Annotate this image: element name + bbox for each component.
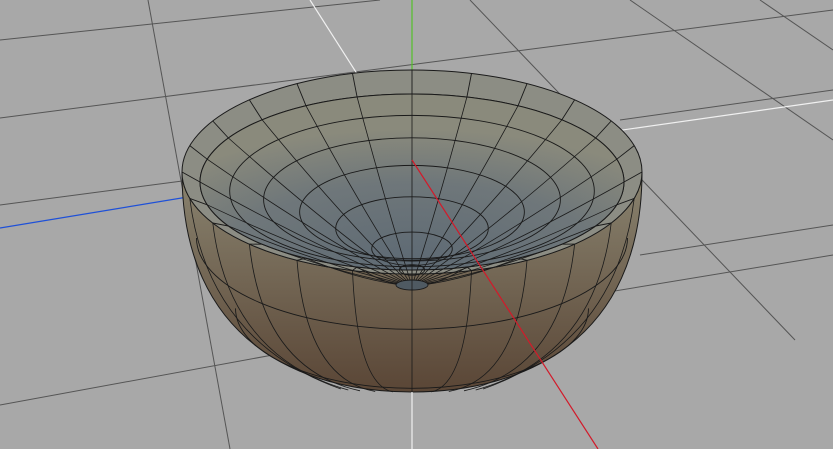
3d-viewport[interactable]: [0, 0, 833, 449]
grid-line: [0, 349, 301, 406]
bowl-mesh[interactable]: [181, 69, 643, 393]
viewport-canvas[interactable]: [0, 0, 833, 449]
grid-line: [629, 0, 833, 141]
grid-line: [639, 224, 833, 256]
grid-line: [759, 0, 833, 51]
